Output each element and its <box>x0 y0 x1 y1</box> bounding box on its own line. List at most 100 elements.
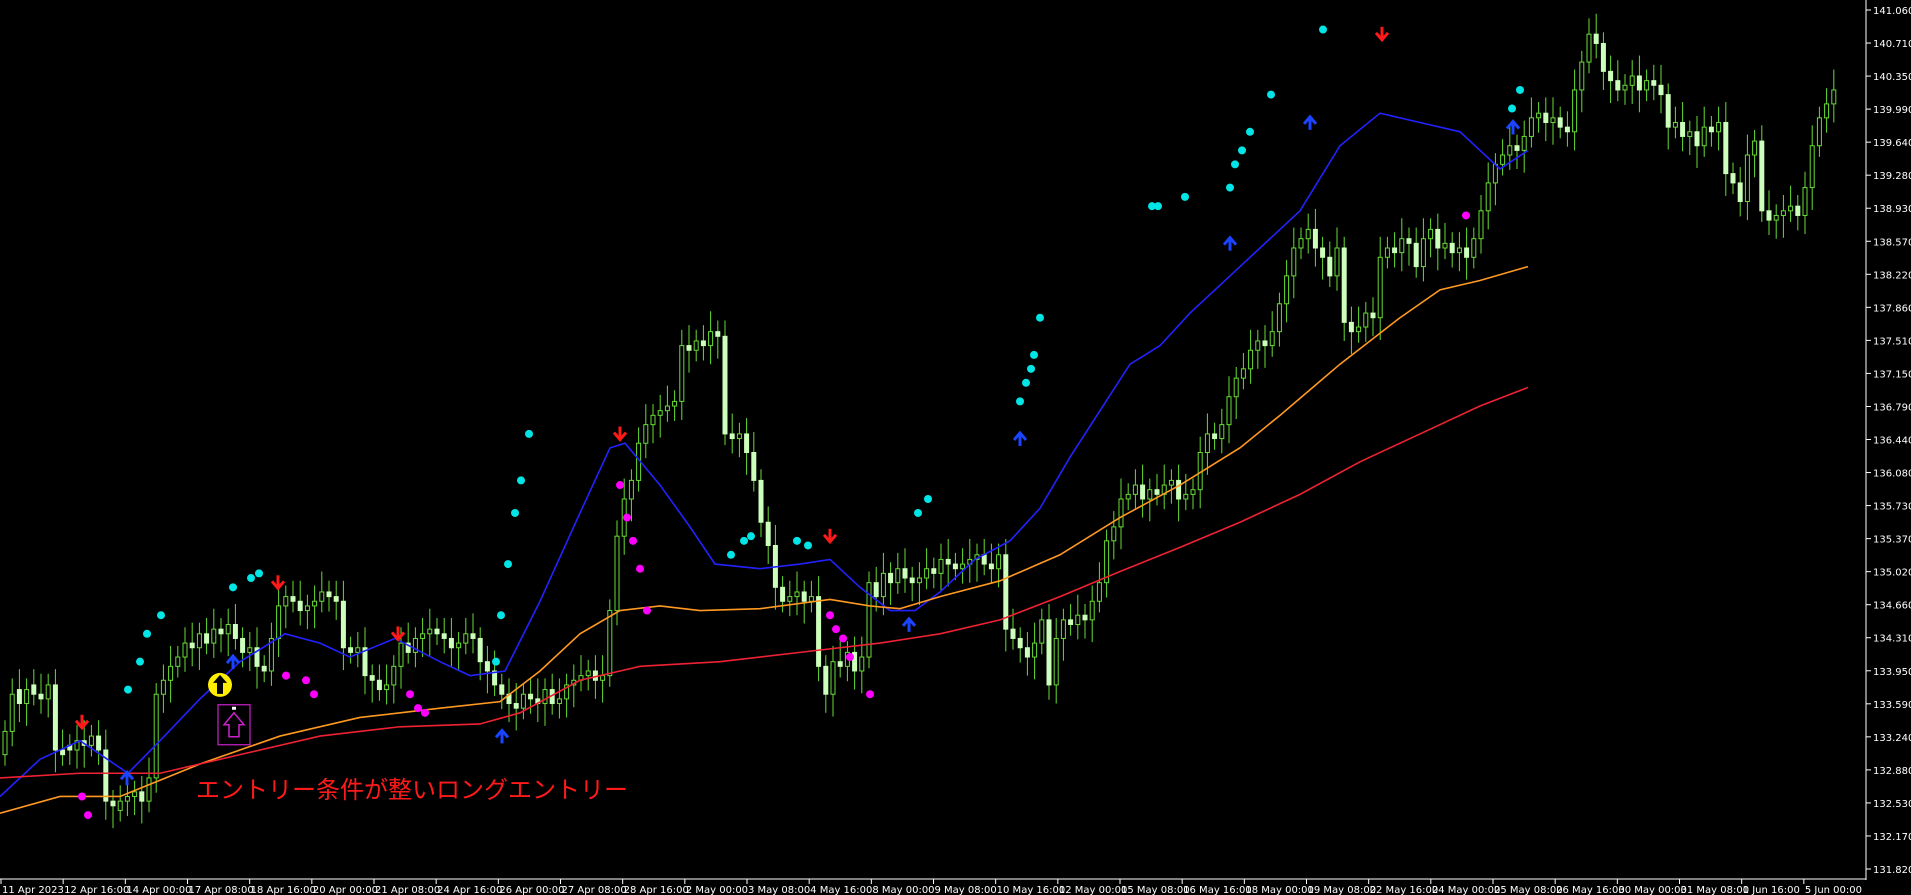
candle-body <box>1017 637 1023 649</box>
candle-body <box>1730 173 1736 184</box>
candle-body <box>1348 321 1354 333</box>
signal-dot-up <box>143 629 151 638</box>
price-tick-label: 139.990 <box>1873 105 1911 116</box>
candle-body <box>1521 135 1527 151</box>
candle-body <box>1305 228 1311 240</box>
candle-body <box>1579 61 1585 91</box>
time-tick-label: 31 May 08:00 <box>1681 885 1750 895</box>
time-tick-label: 26 May 16:00 <box>1556 885 1625 895</box>
signal-dot-up <box>136 657 144 666</box>
candle-body <box>722 335 728 435</box>
signal-dot-up <box>525 429 533 438</box>
candle-body <box>355 647 361 653</box>
time-tick-label: 12 May 00:00 <box>1059 885 1128 895</box>
price-tick-label: 132.530 <box>1873 799 1911 810</box>
candle-body <box>139 791 145 802</box>
candle-body <box>1507 145 1513 156</box>
candle-body <box>1737 182 1743 203</box>
candle-body <box>859 656 865 672</box>
candle-body <box>830 661 836 695</box>
candle-body <box>1694 131 1700 147</box>
time-tick-label: 14 Apr 00:00 <box>126 885 191 895</box>
signal-dot-down <box>643 606 651 615</box>
price-tick-label: 141.060 <box>1873 6 1911 17</box>
candle-body <box>1183 493 1189 500</box>
entry-annotation: エントリー条件が整いロングエントリー <box>196 776 628 804</box>
candle-body <box>1356 326 1362 333</box>
candle-body <box>1514 145 1520 151</box>
candle-body <box>1118 498 1124 528</box>
signal-dot-up <box>229 583 237 592</box>
signal-dot-up <box>492 657 500 666</box>
candle-body <box>1269 331 1275 347</box>
candle-body <box>1485 182 1491 212</box>
candle-body <box>1802 187 1808 216</box>
candle-body <box>1615 80 1621 91</box>
candle-body <box>1464 247 1470 258</box>
candle-body <box>1039 619 1045 644</box>
time-tick-label: 9 May 08:00 <box>935 885 997 895</box>
price-tick-label: 134.310 <box>1873 634 1911 645</box>
signal-dot-up <box>1154 202 1162 211</box>
candle-body <box>837 661 843 667</box>
time-tick-label: 17 Apr 08:00 <box>189 885 254 895</box>
candle-body <box>1687 131 1693 137</box>
candle-body <box>1824 103 1830 119</box>
candle-body <box>1557 117 1563 128</box>
signal-dot-up <box>914 508 922 517</box>
candle-body <box>24 689 30 705</box>
time-tick-label: 10 May 16:00 <box>997 885 1066 895</box>
candle-body <box>758 479 764 523</box>
candle-body <box>1608 70 1614 82</box>
candle-body <box>1759 140 1765 212</box>
candle-body <box>225 624 231 635</box>
price-tick-label: 140.710 <box>1873 39 1911 50</box>
candle-body <box>1312 228 1318 249</box>
candle-body <box>434 628 440 635</box>
candle-body <box>60 749 66 756</box>
signal-dot-down <box>310 690 318 699</box>
time-tick-label: 24 May 00:00 <box>1432 885 1501 895</box>
candle-body <box>693 340 699 351</box>
signal-dot-up <box>1319 25 1327 34</box>
candle-body <box>16 689 22 705</box>
candle-body <box>124 795 130 802</box>
candle-body <box>240 637 246 653</box>
candle-body <box>1226 396 1232 426</box>
candle-body <box>996 554 1002 570</box>
candle-body <box>1752 140 1758 156</box>
signal-dot-up <box>1226 183 1234 192</box>
price-tick-label: 135.370 <box>1873 535 1911 546</box>
candle-body <box>470 633 476 639</box>
candle-body <box>1176 479 1182 500</box>
candle-body <box>182 642 188 658</box>
candle-body <box>643 424 649 444</box>
signal-dot-down <box>78 792 86 801</box>
candle-body <box>326 591 332 598</box>
signal-dot-up <box>511 508 519 517</box>
candle-body <box>1320 247 1326 258</box>
candle-body <box>45 684 51 700</box>
candle-body <box>1370 312 1376 319</box>
candle-body <box>88 735 94 746</box>
candle-body <box>1327 256 1333 277</box>
chart-background <box>0 0 1911 895</box>
candle-body <box>664 405 670 412</box>
candle-body <box>686 345 692 351</box>
price-chart[interactable]: 141.060 140.710 140.350 139.990 139.640 139.2… <box>0 0 1911 895</box>
candle-body <box>902 568 908 579</box>
candle-body <box>1132 484 1138 495</box>
candle-body <box>1111 526 1117 542</box>
price-tick-label: 136.440 <box>1873 436 1911 447</box>
signal-dot-up <box>1516 85 1524 94</box>
candle-body <box>1399 238 1405 254</box>
candle-body <box>427 628 433 635</box>
candle-body <box>153 693 159 779</box>
time-tick-label: 28 Apr 16:00 <box>624 885 689 895</box>
candle-body <box>736 433 742 440</box>
candle-body <box>218 628 224 635</box>
candle-body <box>312 600 318 607</box>
candle-body <box>1096 582 1102 602</box>
signal-dot-up <box>793 536 801 545</box>
candle-body <box>873 582 879 598</box>
